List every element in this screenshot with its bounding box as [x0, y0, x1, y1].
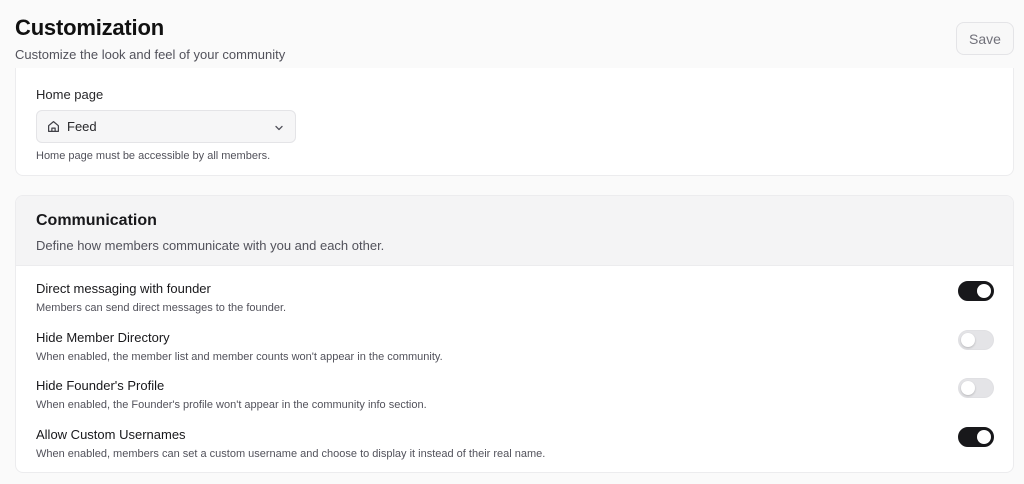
home-page-label: Home page: [36, 87, 104, 102]
communication-card: Communication Define how members communi…: [15, 195, 1014, 473]
home-icon: [47, 120, 61, 134]
setting-title: Hide Founder's Profile: [36, 378, 165, 393]
setting-description: When enabled, the member list and member…: [36, 351, 443, 363]
communication-description: Define how members communicate with you …: [36, 238, 385, 253]
setting-allow-custom-usernames: Allow Custom Usernames When enabled, mem…: [16, 427, 1013, 472]
setting-description: When enabled, members can set a custom u…: [36, 448, 546, 460]
chevron-down-icon: [273, 121, 285, 133]
customization-page: Customization Customize the look and fee…: [0, 0, 1024, 484]
hide-founder-profile-toggle[interactable]: [958, 378, 994, 398]
setting-title: Allow Custom Usernames: [36, 427, 186, 442]
save-button[interactable]: Save: [956, 22, 1014, 55]
home-page-help: Home page must be accessible by all memb…: [36, 150, 271, 162]
communication-header: Communication Define how members communi…: [16, 196, 1013, 266]
hide-member-directory-toggle[interactable]: [958, 330, 994, 350]
setting-direct-messaging: Direct messaging with founder Members ca…: [16, 281, 1013, 329]
page-title: Customization: [15, 15, 164, 40]
home-page-select-value: Feed: [67, 119, 97, 134]
communication-title: Communication: [36, 212, 157, 229]
toggle-knob: [961, 381, 975, 395]
allow-custom-usernames-toggle[interactable]: [958, 427, 994, 447]
direct-messaging-toggle[interactable]: [958, 281, 994, 301]
page-subtitle: Customize the look and feel of your comm…: [15, 47, 286, 62]
setting-title: Hide Member Directory: [36, 330, 170, 345]
toggle-knob: [961, 333, 975, 347]
setting-hide-founder-profile: Hide Founder's Profile When enabled, the…: [16, 378, 1013, 426]
setting-description: Members can send direct messages to the …: [36, 302, 287, 314]
setting-description: When enabled, the Founder's profile won'…: [36, 399, 427, 411]
page-header: Customization Customize the look and fee…: [15, 14, 1014, 64]
home-page-card: Home page Feed Home page must be accessi…: [15, 68, 1014, 176]
toggle-knob: [977, 284, 991, 298]
setting-hide-member-directory: Hide Member Directory When enabled, the …: [16, 330, 1013, 378]
setting-title: Direct messaging with founder: [36, 281, 211, 296]
home-page-select[interactable]: Feed: [36, 110, 296, 143]
toggle-knob: [977, 430, 991, 444]
